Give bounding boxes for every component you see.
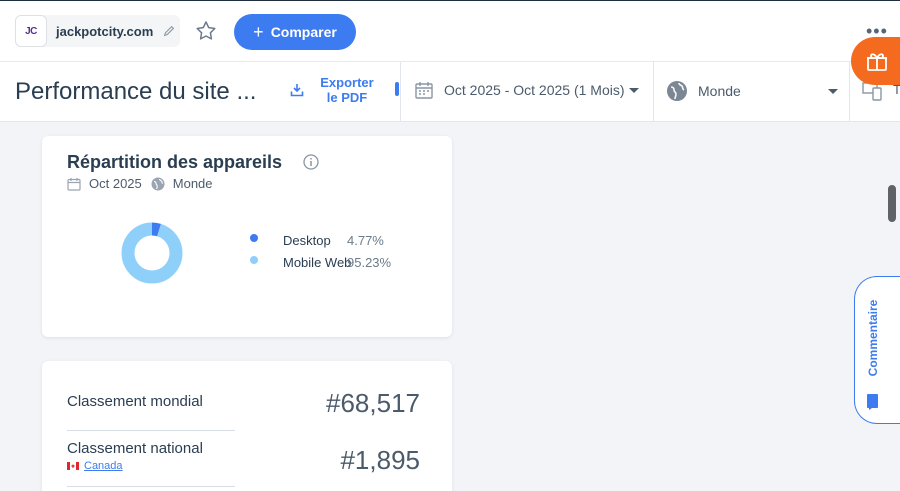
legend-value: 4.77% [347,232,384,248]
region-picker[interactable]: Monde [666,80,838,102]
pencil-icon[interactable] [162,24,176,38]
chevron-down-icon [828,88,838,94]
comment-label: Commentaire [866,299,880,377]
legend-name: Desktop [283,232,331,248]
comment-icon [867,394,878,410]
toolbar-divider [653,62,654,122]
card-meta: Oct 2025 Monde [67,176,213,191]
national-rank-value: #1,895 [340,445,420,475]
card-period: Oct 2025 [89,176,142,191]
canada-flag-icon [67,462,79,470]
rank-divider [67,430,235,431]
card-title: Répartition des appareils [67,152,283,172]
calendar-icon [415,82,433,99]
legend-item-desktop: Desktop 4.77% [250,229,391,251]
legend-item-mobile-web: Mobile Web 95.23% [250,251,391,273]
donut-slice-mobile-web [121,222,183,284]
date-range-picker[interactable]: Oct 2025 - Oct 2025 (1 Mois) [414,80,639,100]
legend-name: Mobile Web [283,254,352,270]
report-toolbar: Performance du site ... Exporter le PDF … [0,61,900,122]
global-rank-row: Classement mondial [67,393,235,410]
device-distribution-card: Répartition des appareils Oct 2025 Monde… [42,136,452,337]
global-rank-value: #68,517 [326,388,420,418]
comment-tab[interactable]: Commentaire [854,276,900,424]
region-label: Monde [698,83,741,99]
gift-icon [867,53,887,71]
legend-dot-mobile-web [250,256,258,264]
export-line2: le PDF [326,90,368,105]
rank-divider [67,486,235,487]
country-line: Canada [67,460,235,472]
download-icon [290,84,304,97]
info-icon[interactable] [303,154,319,170]
scrollbar-thumb[interactable] [888,185,896,222]
national-rank-label: Classement national [67,440,203,457]
plus-icon: + [253,22,264,42]
device-legend: Desktop 4.77% Mobile Web 95.23% [250,229,391,273]
site-domain: jackpotcity.com [56,23,154,39]
compare-label: Comparer [270,24,337,40]
export-pdf-button[interactable]: Exporter le PDF [290,75,382,105]
country-link[interactable]: Canada [84,460,123,472]
calendar-icon [67,177,81,191]
device-donut-chart [121,222,183,284]
toolbar-divider [400,62,401,122]
rank-card: Classement mondial #68,517 Classement na… [42,361,452,491]
chevron-down-icon [628,87,639,93]
toolbar-divider [849,62,850,122]
globe-icon [667,81,687,101]
share-icon[interactable] [395,82,399,96]
star-icon[interactable] [194,19,218,43]
compare-button[interactable]: + Comparer [234,14,356,50]
date-range-label: Oct 2025 - Oct 2025 (1 Mois) [444,82,625,98]
global-rank-label: Classement mondial [67,393,203,410]
top-bar: JC jackpotcity.com + Comparer ••• [0,0,900,61]
national-rank-row: Classement national Canada [67,440,235,472]
card-region: Monde [172,176,213,191]
gift-button[interactable] [851,37,900,85]
page-title: Performance du site ... [15,78,257,105]
export-line1: Exporter [320,75,374,90]
globe-icon [151,177,165,190]
legend-dot-desktop [250,234,258,242]
site-favicon: JC [15,15,47,47]
site-chip[interactable]: JC jackpotcity.com [15,15,180,47]
legend-value: 95.23% [347,254,392,270]
